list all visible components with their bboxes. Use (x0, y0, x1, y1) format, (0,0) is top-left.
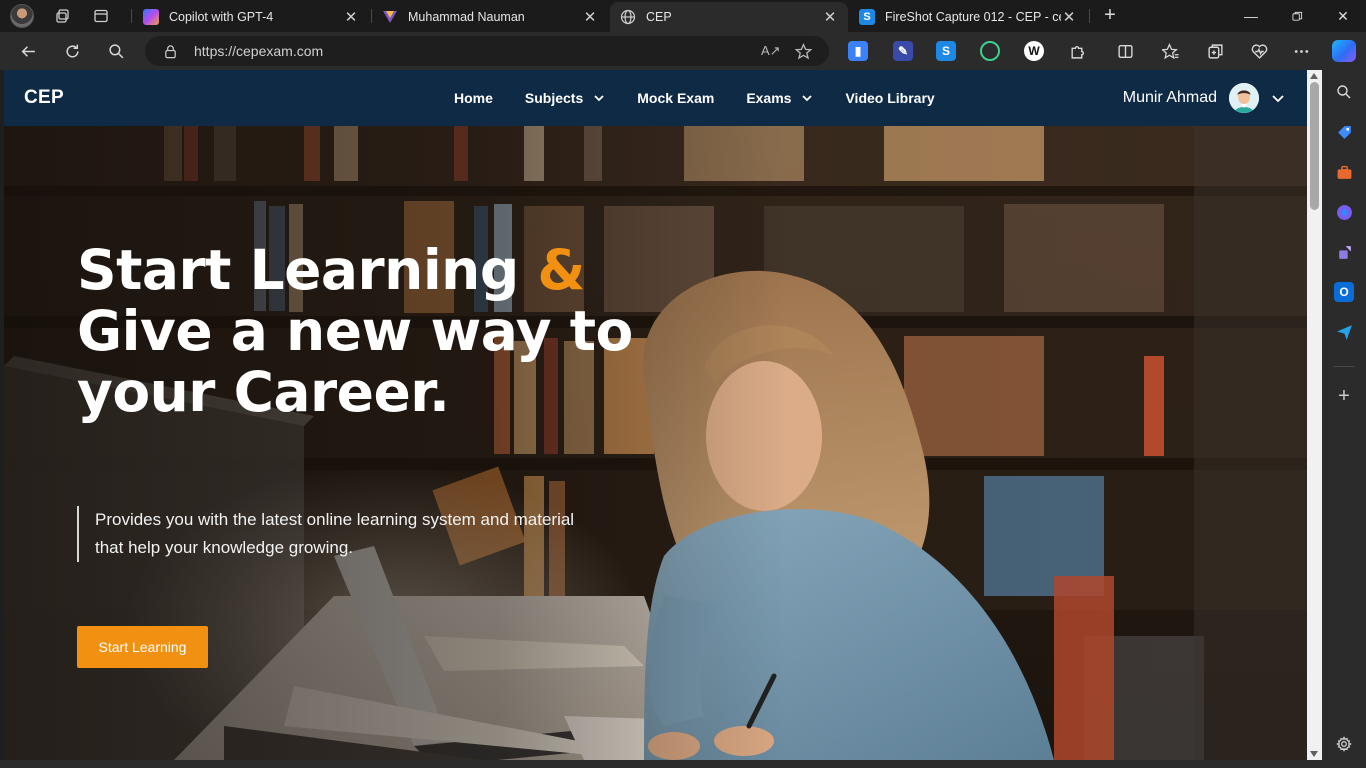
description-line-2: that help your knowledge growing. (95, 538, 353, 557)
page-scrollbar[interactable] (1307, 70, 1322, 760)
extension-fireshot-icon[interactable]: S (936, 41, 956, 61)
main-menu: Home Subjects Mock Exam Exams Video Libr… (454, 70, 967, 126)
nav-subjects-label: Subjects (524, 90, 584, 106)
copilot-button-icon[interactable] (1332, 40, 1356, 62)
workspaces-icon[interactable] (54, 7, 72, 25)
close-tab-icon[interactable]: ✕ (1061, 8, 1077, 26)
tab-copilot[interactable]: Copilot with GPT-4 ✕ (133, 2, 369, 32)
hero-section: Start Learning & Give a new way to your … (4, 126, 1307, 760)
sidebar-games-icon[interactable] (1334, 242, 1354, 262)
close-window-icon[interactable]: ✕ (1320, 0, 1366, 32)
sidebar-send-drop-icon[interactable] (1334, 322, 1354, 342)
chevron-down-icon (593, 92, 605, 104)
browser-bottom-edge (0, 760, 1322, 768)
collections-icon[interactable] (1204, 40, 1226, 62)
sidebar-divider (1334, 366, 1354, 367)
hero-description: Provides you with the latest online lear… (77, 506, 657, 562)
tab-separator (1089, 9, 1090, 23)
extension-target-icon[interactable] (980, 41, 1000, 61)
nav-exams-label: Exams (746, 90, 792, 106)
read-aloud-icon[interactable]: A↗ (761, 43, 781, 59)
refresh-icon[interactable] (61, 40, 83, 62)
user-menu[interactable]: Munir Ahmad (1123, 70, 1285, 126)
favorites-icon[interactable] (1159, 40, 1181, 62)
nav-mock-exam[interactable]: Mock Exam (637, 90, 714, 106)
loading-globe-icon (620, 9, 636, 25)
tab-title: FireShot Capture 012 - CEP - cep (885, 10, 1061, 24)
tab-fireshot[interactable]: S FireShot Capture 012 - CEP - cep ✕ (849, 2, 1087, 32)
new-tab-icon[interactable]: + (1098, 4, 1122, 28)
sidebar-settings-gear-icon[interactable] (1334, 734, 1354, 754)
chevron-down-icon[interactable] (1271, 91, 1285, 105)
hero-headline: Start Learning & Give a new way to your … (77, 240, 633, 423)
favorite-star-icon[interactable] (795, 42, 815, 60)
restore-icon[interactable] (1274, 0, 1320, 32)
vuetify-icon (382, 9, 398, 25)
start-learning-button[interactable]: Start Learning (77, 626, 208, 668)
close-tab-icon[interactable]: ✕ (343, 8, 359, 26)
scroll-down-arrow-icon[interactable] (1310, 751, 1318, 757)
scroll-up-arrow-icon[interactable] (1310, 73, 1318, 79)
vertical-tabs-icon[interactable] (92, 7, 110, 25)
headline-ampersand: & (537, 238, 585, 302)
sidebar-copilot-circle-icon[interactable] (1334, 202, 1354, 222)
nav-home-label: Home (454, 90, 493, 106)
browser-profile-avatar[interactable] (10, 4, 34, 28)
close-tab-icon[interactable]: ✕ (582, 8, 598, 26)
user-avatar[interactable] (1229, 83, 1259, 113)
edge-sidebar: O + (1322, 70, 1366, 768)
sidebar-add-icon[interactable]: + (1334, 385, 1354, 407)
tab-title: Muhammad Nauman (408, 10, 525, 24)
fireshot-icon: S (859, 9, 875, 25)
tab-title: Copilot with GPT-4 (169, 10, 274, 24)
browser-essentials-icon[interactable] (1248, 40, 1270, 62)
nav-video-library-label: Video Library (845, 90, 935, 106)
sidebar-search-icon[interactable] (1334, 82, 1354, 102)
sidebar-shopping-tag-icon[interactable] (1334, 122, 1354, 142)
lock-icon[interactable] (163, 44, 179, 59)
tab-separator (131, 9, 132, 23)
browser-toolbar: https://cepexam.com A↗ ▮ ✎ S W (0, 32, 1366, 70)
nav-home[interactable]: Home (454, 90, 493, 106)
site-navbar: CEP Home Subjects Mock Exam Exams Video … (4, 70, 1307, 126)
copilot-icon (143, 9, 159, 25)
chevron-down-icon (801, 92, 813, 104)
headline-line-2: Give a new way to (77, 299, 633, 363)
url-text[interactable]: https://cepexam.com (194, 43, 761, 59)
more-menu-icon[interactable] (1290, 40, 1312, 62)
tab-muhammad-nauman[interactable]: Muhammad Nauman ✕ (372, 2, 608, 32)
extension-color-picker-icon[interactable]: ✎ (893, 41, 913, 61)
headline-line-3: your Career. (77, 360, 450, 424)
split-screen-icon[interactable] (1114, 40, 1136, 62)
nav-mock-exam-label: Mock Exam (637, 90, 715, 106)
scrollbar-thumb[interactable] (1310, 82, 1319, 210)
minimize-icon[interactable]: — (1228, 0, 1274, 32)
sidebar-tools-briefcase-icon[interactable] (1334, 162, 1354, 182)
page-viewport: Start Learning & Give a new way to your … (4, 70, 1307, 760)
sidebar-outlook-icon[interactable]: O (1334, 282, 1354, 302)
tab-title: CEP (646, 10, 672, 24)
extension-w-icon[interactable]: W (1024, 41, 1044, 61)
tab-cep[interactable]: CEP ✕ (610, 2, 848, 32)
extensions-puzzle-icon[interactable] (1066, 40, 1088, 62)
nav-subjects[interactable]: Subjects (525, 90, 605, 106)
nav-exams[interactable]: Exams (746, 90, 813, 106)
nav-video-library[interactable]: Video Library (845, 90, 934, 106)
site-logo[interactable]: CEP (24, 87, 64, 109)
headline-line-1: Start Learning (77, 238, 519, 302)
address-bar[interactable]: https://cepexam.com A↗ (145, 36, 829, 66)
description-line-1: Provides you with the latest online lear… (95, 510, 575, 529)
extension-clipboard-icon[interactable]: ▮ (848, 41, 868, 61)
search-icon[interactable] (105, 40, 127, 62)
back-icon[interactable] (17, 40, 39, 62)
user-name: Munir Ahmad (1122, 89, 1217, 106)
close-tab-icon[interactable]: ✕ (822, 8, 838, 26)
